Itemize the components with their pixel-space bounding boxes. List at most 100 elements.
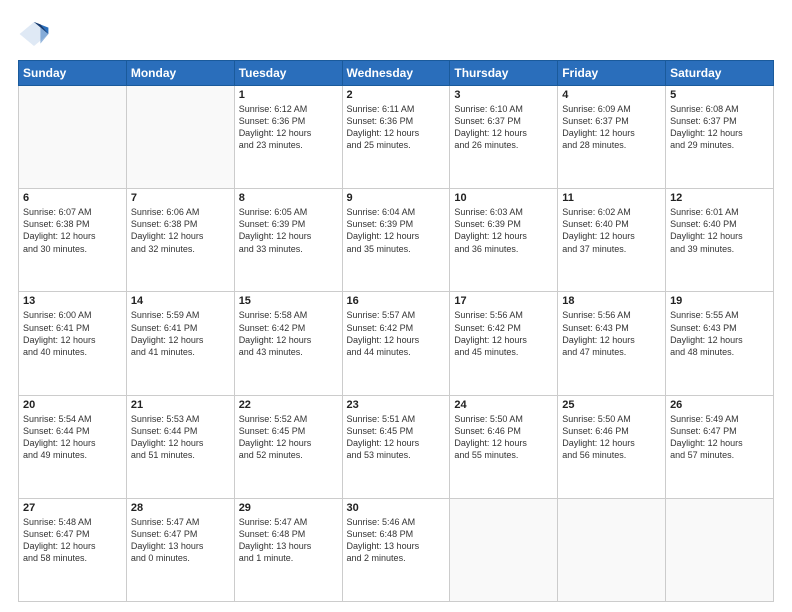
calendar-cell: 10 Sunrise: 6:03 AM Sunset: 6:39 PM Dayli… [450,189,558,292]
day-info: Sunrise: 6:11 AM Sunset: 6:36 PM Dayligh… [347,103,446,152]
day-number: 1 [239,89,338,101]
day-info: Sunrise: 6:05 AM Sunset: 6:39 PM Dayligh… [239,206,338,255]
day-info: Sunrise: 5:46 AM Sunset: 6:48 PM Dayligh… [347,516,446,565]
logo-icon [18,18,50,50]
day-number: 3 [454,89,553,101]
day-number: 18 [562,295,661,307]
day-info: Sunrise: 6:10 AM Sunset: 6:37 PM Dayligh… [454,103,553,152]
calendar-cell: 3 Sunrise: 6:10 AM Sunset: 6:37 PM Daylig… [450,86,558,189]
day-number: 26 [670,399,769,411]
calendar-cell: 29 Sunrise: 5:47 AM Sunset: 6:48 PM Dayli… [234,498,342,601]
day-number: 23 [347,399,446,411]
day-info: Sunrise: 6:04 AM Sunset: 6:39 PM Dayligh… [347,206,446,255]
calendar-day-header: Sunday [19,61,127,86]
day-info: Sunrise: 6:01 AM Sunset: 6:40 PM Dayligh… [670,206,769,255]
calendar-cell: 12 Sunrise: 6:01 AM Sunset: 6:40 PM Dayli… [666,189,774,292]
day-info: Sunrise: 5:57 AM Sunset: 6:42 PM Dayligh… [347,309,446,358]
day-info: Sunrise: 5:50 AM Sunset: 6:46 PM Dayligh… [562,413,661,462]
calendar-cell: 4 Sunrise: 6:09 AM Sunset: 6:37 PM Daylig… [558,86,666,189]
day-number: 12 [670,192,769,204]
day-number: 19 [670,295,769,307]
day-number: 13 [23,295,122,307]
day-number: 22 [239,399,338,411]
day-info: Sunrise: 5:51 AM Sunset: 6:45 PM Dayligh… [347,413,446,462]
day-info: Sunrise: 6:09 AM Sunset: 6:37 PM Dayligh… [562,103,661,152]
day-number: 11 [562,192,661,204]
day-info: Sunrise: 6:08 AM Sunset: 6:37 PM Dayligh… [670,103,769,152]
day-number: 27 [23,502,122,514]
day-number: 28 [131,502,230,514]
calendar-cell [666,498,774,601]
day-number: 16 [347,295,446,307]
day-info: Sunrise: 5:56 AM Sunset: 6:43 PM Dayligh… [562,309,661,358]
calendar-cell: 23 Sunrise: 5:51 AM Sunset: 6:45 PM Dayli… [342,395,450,498]
day-number: 17 [454,295,553,307]
calendar-cell: 9 Sunrise: 6:04 AM Sunset: 6:39 PM Daylig… [342,189,450,292]
day-number: 25 [562,399,661,411]
day-info: Sunrise: 6:06 AM Sunset: 6:38 PM Dayligh… [131,206,230,255]
calendar-day-header: Tuesday [234,61,342,86]
calendar-table: SundayMondayTuesdayWednesdayThursdayFrid… [18,60,774,602]
logo [18,18,54,50]
day-info: Sunrise: 5:47 AM Sunset: 6:47 PM Dayligh… [131,516,230,565]
calendar-cell: 6Sunrise: 6:07 AM Sunset: 6:38 PM Daylig… [19,189,127,292]
calendar-cell: 28 Sunrise: 5:47 AM Sunset: 6:47 PM Dayli… [126,498,234,601]
calendar-cell: 25 Sunrise: 5:50 AM Sunset: 6:46 PM Dayli… [558,395,666,498]
calendar-day-header: Thursday [450,61,558,86]
day-number: 30 [347,502,446,514]
calendar-cell: 19 Sunrise: 5:55 AM Sunset: 6:43 PM Dayli… [666,292,774,395]
day-info: Sunrise: 5:55 AM Sunset: 6:43 PM Dayligh… [670,309,769,358]
day-info: Sunrise: 5:59 AM Sunset: 6:41 PM Dayligh… [131,309,230,358]
calendar-day-header: Friday [558,61,666,86]
calendar-cell: 16 Sunrise: 5:57 AM Sunset: 6:42 PM Dayli… [342,292,450,395]
day-info: Sunrise: 6:00 AM Sunset: 6:41 PM Dayligh… [23,309,122,358]
calendar-cell: 14 Sunrise: 5:59 AM Sunset: 6:41 PM Dayli… [126,292,234,395]
day-info: Sunrise: 6:07 AM Sunset: 6:38 PM Dayligh… [23,206,122,255]
day-info: Sunrise: 5:53 AM Sunset: 6:44 PM Dayligh… [131,413,230,462]
calendar-cell: 26Sunrise: 5:49 AM Sunset: 6:47 PM Dayli… [666,395,774,498]
day-number: 24 [454,399,553,411]
day-info: Sunrise: 6:12 AM Sunset: 6:36 PM Dayligh… [239,103,338,152]
day-number: 9 [347,192,446,204]
calendar-cell: 18 Sunrise: 5:56 AM Sunset: 6:43 PM Dayli… [558,292,666,395]
calendar-week-row: 20 Sunrise: 5:54 AM Sunset: 6:44 PM Dayli… [19,395,774,498]
day-info: Sunrise: 5:48 AM Sunset: 6:47 PM Dayligh… [23,516,122,565]
day-info: Sunrise: 5:56 AM Sunset: 6:42 PM Dayligh… [454,309,553,358]
day-number: 15 [239,295,338,307]
calendar-cell: 17 Sunrise: 5:56 AM Sunset: 6:42 PM Dayli… [450,292,558,395]
day-info: Sunrise: 5:54 AM Sunset: 6:44 PM Dayligh… [23,413,122,462]
calendar-cell: 5 Sunrise: 6:08 AM Sunset: 6:37 PM Daylig… [666,86,774,189]
calendar-cell: 24 Sunrise: 5:50 AM Sunset: 6:46 PM Dayli… [450,395,558,498]
day-number: 5 [670,89,769,101]
day-number: 21 [131,399,230,411]
day-number: 10 [454,192,553,204]
calendar-cell: 7 Sunrise: 6:06 AM Sunset: 6:38 PM Daylig… [126,189,234,292]
day-number: 14 [131,295,230,307]
day-number: 4 [562,89,661,101]
day-number: 8 [239,192,338,204]
day-info: Sunrise: 6:02 AM Sunset: 6:40 PM Dayligh… [562,206,661,255]
day-info: Sunrise: 6:03 AM Sunset: 6:39 PM Dayligh… [454,206,553,255]
calendar-cell [126,86,234,189]
day-number: 7 [131,192,230,204]
calendar-cell: 21 Sunrise: 5:53 AM Sunset: 6:44 PM Dayli… [126,395,234,498]
calendar-week-row: 6Sunrise: 6:07 AM Sunset: 6:38 PM Daylig… [19,189,774,292]
calendar-cell [19,86,127,189]
calendar-day-header: Wednesday [342,61,450,86]
day-number: 20 [23,399,122,411]
calendar-cell: 13 Sunrise: 6:00 AM Sunset: 6:41 PM Dayli… [19,292,127,395]
calendar-cell: 2Sunrise: 6:11 AM Sunset: 6:36 PM Daylig… [342,86,450,189]
calendar-week-row: 1 Sunrise: 6:12 AM Sunset: 6:36 PM Daylig… [19,86,774,189]
day-number: 29 [239,502,338,514]
day-info: Sunrise: 5:50 AM Sunset: 6:46 PM Dayligh… [454,413,553,462]
page: SundayMondayTuesdayWednesdayThursdayFrid… [0,0,792,612]
day-info: Sunrise: 5:47 AM Sunset: 6:48 PM Dayligh… [239,516,338,565]
calendar-cell: 8 Sunrise: 6:05 AM Sunset: 6:39 PM Daylig… [234,189,342,292]
day-info: Sunrise: 5:52 AM Sunset: 6:45 PM Dayligh… [239,413,338,462]
calendar-header-row: SundayMondayTuesdayWednesdayThursdayFrid… [19,61,774,86]
header [18,18,774,50]
calendar-week-row: 13 Sunrise: 6:00 AM Sunset: 6:41 PM Dayli… [19,292,774,395]
calendar-cell [558,498,666,601]
calendar-cell: 11 Sunrise: 6:02 AM Sunset: 6:40 PM Dayli… [558,189,666,292]
calendar-day-header: Saturday [666,61,774,86]
